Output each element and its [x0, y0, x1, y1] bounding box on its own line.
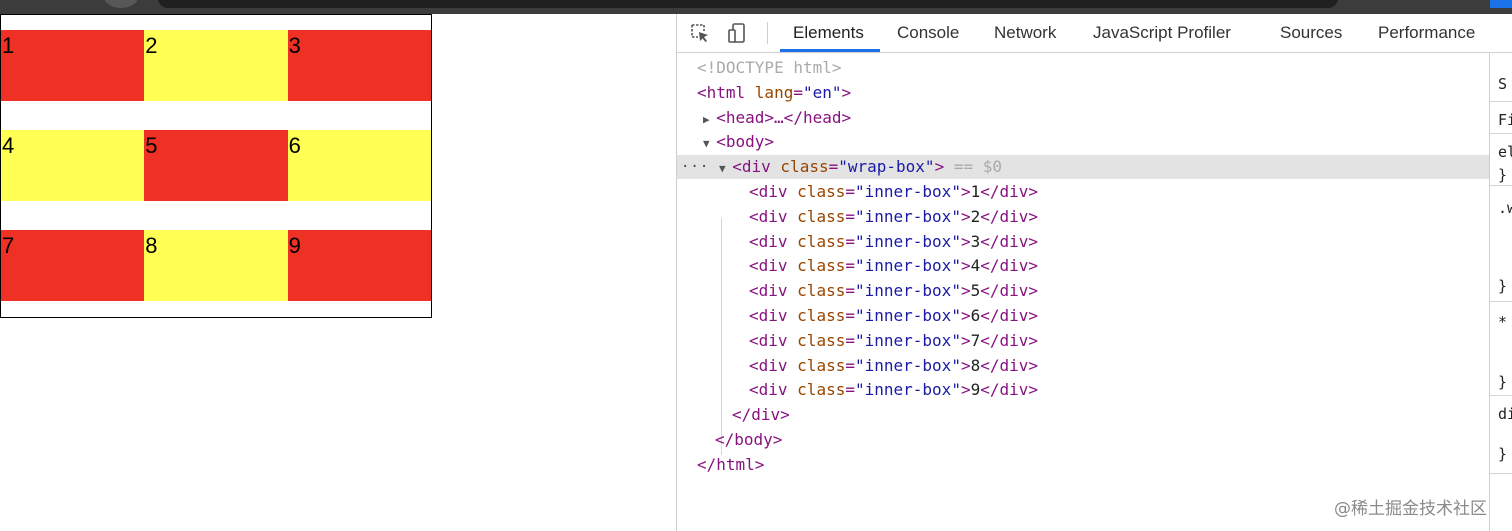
styles-side-pane: S Fi el} .w} *} di} — [1489, 53, 1512, 531]
tab-elements[interactable]: Elements — [793, 14, 864, 52]
active-tab-indicator — [780, 49, 880, 52]
device-toolbar-icon[interactable] — [726, 22, 748, 44]
styles-fragment: } — [1498, 277, 1508, 295]
devtools-toolbar: Elements Console Network JavaScript Profile… — [677, 14, 1512, 53]
tab-network[interactable]: Network — [994, 14, 1056, 52]
inner-box: 5 — [144, 130, 288, 201]
more-actions-icon[interactable]: ··· — [681, 155, 709, 179]
dom-inner-box[interactable]: <div class="inner-box">5</div> — [677, 279, 1489, 303]
tab-javascript-profiler[interactable]: JavaScript Profiler — [1093, 14, 1231, 52]
inner-box: 3 — [287, 30, 431, 101]
styles-fragment: .w — [1498, 199, 1512, 217]
dom-wrap-box[interactable]: ▼ <div class="wrap-box"> == $0 ··· — [677, 155, 1489, 180]
styles-fragment: * — [1498, 313, 1508, 331]
styles-fragment: } — [1498, 373, 1508, 391]
devtools-panel: Elements Console Network JavaScript Profile… — [676, 14, 1512, 531]
dom-body-open[interactable]: ▼ <body> — [677, 130, 1489, 154]
page-viewport: 123 456 789 — [0, 14, 676, 531]
dom-inner-box[interactable]: <div class="inner-box">2</div> — [677, 205, 1489, 229]
styles-divider — [1490, 395, 1512, 396]
watermark: @稀土掘金技术社区 — [1334, 499, 1487, 519]
dom-body-close[interactable]: </body> — [677, 428, 1489, 452]
styles-divider — [1490, 185, 1512, 186]
styles-fragment: } — [1498, 445, 1508, 463]
browser-button[interactable] — [104, 0, 138, 8]
inner-box: 9 — [287, 230, 431, 301]
dom-inner-box[interactable]: <div class="inner-box">8</div> — [677, 354, 1489, 378]
grid-row: 789 — [1, 230, 431, 301]
styles-divider — [1490, 301, 1512, 302]
dom-inner-box[interactable]: <div class="inner-box">4</div> — [677, 254, 1489, 278]
tab-console[interactable]: Console — [897, 14, 959, 52]
browser-top-bar — [0, 0, 1512, 14]
styles-divider — [1490, 133, 1512, 134]
dom-doctype[interactable]: <!DOCTYPE html> — [677, 56, 1489, 80]
dom-inner-box[interactable]: <div class="inner-box">6</div> — [677, 304, 1489, 328]
dom-inner-box[interactable]: <div class="inner-box">3</div> — [677, 230, 1489, 254]
inner-box: 2 — [144, 30, 288, 101]
styles-fragment: Fi — [1498, 111, 1512, 129]
dom-inner-box[interactable]: <div class="inner-box">1</div> — [677, 180, 1489, 204]
inspect-element-icon[interactable] — [689, 22, 711, 44]
styles-divider — [1490, 101, 1512, 102]
inner-box: 4 — [1, 130, 145, 201]
styles-fragment: di — [1498, 405, 1512, 423]
dom-inner-box[interactable]: <div class="inner-box">9</div> — [677, 378, 1489, 402]
styles-fragment: el — [1498, 143, 1512, 161]
inner-box: 8 — [144, 230, 288, 301]
address-bar[interactable] — [158, 0, 1338, 8]
styles-divider — [1490, 473, 1512, 474]
wrap-box: 123 456 789 — [0, 14, 432, 318]
extension-badge[interactable] — [1490, 0, 1512, 8]
dom-div-close[interactable]: </div> — [677, 403, 1489, 427]
grid-row: 123 — [1, 30, 431, 101]
inner-box: 7 — [1, 230, 145, 301]
tab-sources[interactable]: Sources — [1280, 14, 1342, 52]
dom-tree: <!DOCTYPE html> <html lang="en"> ▶ <head>…… — [677, 53, 1489, 531]
inner-box: 6 — [287, 130, 431, 201]
dom-html-open[interactable]: <html lang="en"> — [677, 81, 1489, 105]
tab-performance[interactable]: Performance — [1378, 14, 1475, 52]
dom-html-close[interactable]: </html> — [677, 453, 1489, 477]
grid-row: 456 — [1, 130, 431, 201]
toolbar-separator — [767, 22, 768, 44]
dom-inner-box[interactable]: <div class="inner-box">7</div> — [677, 329, 1489, 353]
dom-head[interactable]: ▶ <head>…</head> — [677, 106, 1489, 130]
styles-fragment: } — [1498, 166, 1508, 184]
inner-box: 1 — [1, 30, 145, 101]
styles-fragment: S — [1498, 75, 1508, 93]
